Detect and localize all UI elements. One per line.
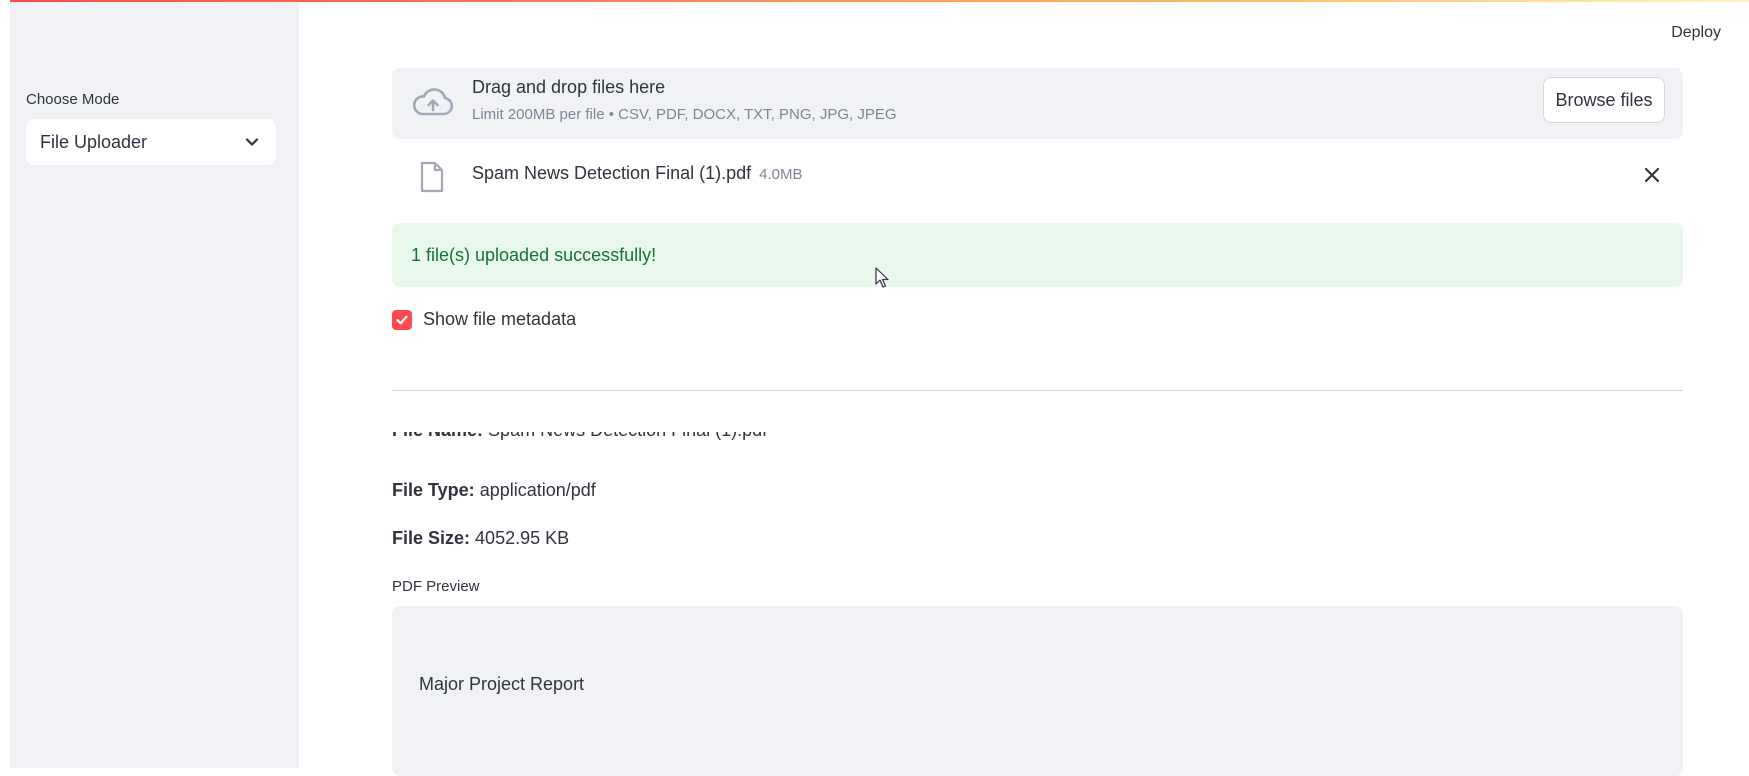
show-metadata-label: Show file metadata <box>423 309 577 329</box>
mode-select[interactable]: File Uploader <box>26 119 276 165</box>
file-name-value: Spam News Detection Final (1).pdf <box>488 432 767 440</box>
show-metadata-checkbox[interactable]: Show file metadata <box>392 309 576 330</box>
success-alert: 1 file(s) uploaded successfully! <box>392 223 1683 287</box>
file-icon <box>420 161 444 193</box>
dropzone-limit-text: Limit 200MB per file • CSV, PDF, DOCX, T… <box>472 106 897 123</box>
pdf-preview-label: PDF Preview <box>392 578 480 595</box>
metadata-file-name-row: File Name: Spam News Detection Final (1)… <box>392 432 1192 440</box>
pdf-preview-frame[interactable]: Major Project Report <box>392 606 1683 776</box>
top-decoration-bar <box>10 0 1749 2</box>
mouse-cursor-icon <box>875 267 889 288</box>
cloud-upload-icon <box>412 88 454 116</box>
browse-files-button[interactable]: Browse files <box>1543 77 1665 123</box>
uploaded-file-item: Spam News Detection Final (1).pdf 4.0MB <box>392 150 1683 200</box>
metadata-file-type-row: File Type: application/pdf <box>392 480 596 501</box>
checkbox-checked-icon[interactable] <box>392 309 412 330</box>
file-type-value: application/pdf <box>479 480 596 500</box>
file-name-label: File Name: <box>392 432 483 440</box>
file-size-value: 4052.95 KB <box>475 528 570 548</box>
sidebar <box>10 0 299 768</box>
pdf-preview-title: Major Project Report <box>419 674 585 694</box>
file-size-label: File Size: <box>392 528 471 548</box>
divider <box>392 390 1683 391</box>
uploaded-file-name-text: Spam News Detection Final (1).pdf <box>472 163 752 183</box>
chevron-down-icon <box>245 138 259 146</box>
remove-file-close-icon[interactable] <box>1641 164 1663 186</box>
file-type-label: File Type: <box>392 480 475 500</box>
uploaded-file-size: 4.0MB <box>759 166 803 183</box>
mode-select-value: File Uploader <box>40 131 148 152</box>
file-dropzone[interactable]: Drag and drop files here Limit 200MB per… <box>392 68 1683 139</box>
uploaded-file-name: Spam News Detection Final (1).pdf 4.0MB <box>472 163 802 184</box>
mode-label: Choose Mode <box>26 91 120 108</box>
metadata-file-size-row: File Size: 4052.95 KB <box>392 528 569 549</box>
dropzone-title: Drag and drop files here <box>472 77 666 97</box>
window-edge <box>0 0 10 768</box>
deploy-button[interactable]: Deploy <box>1671 24 1721 42</box>
